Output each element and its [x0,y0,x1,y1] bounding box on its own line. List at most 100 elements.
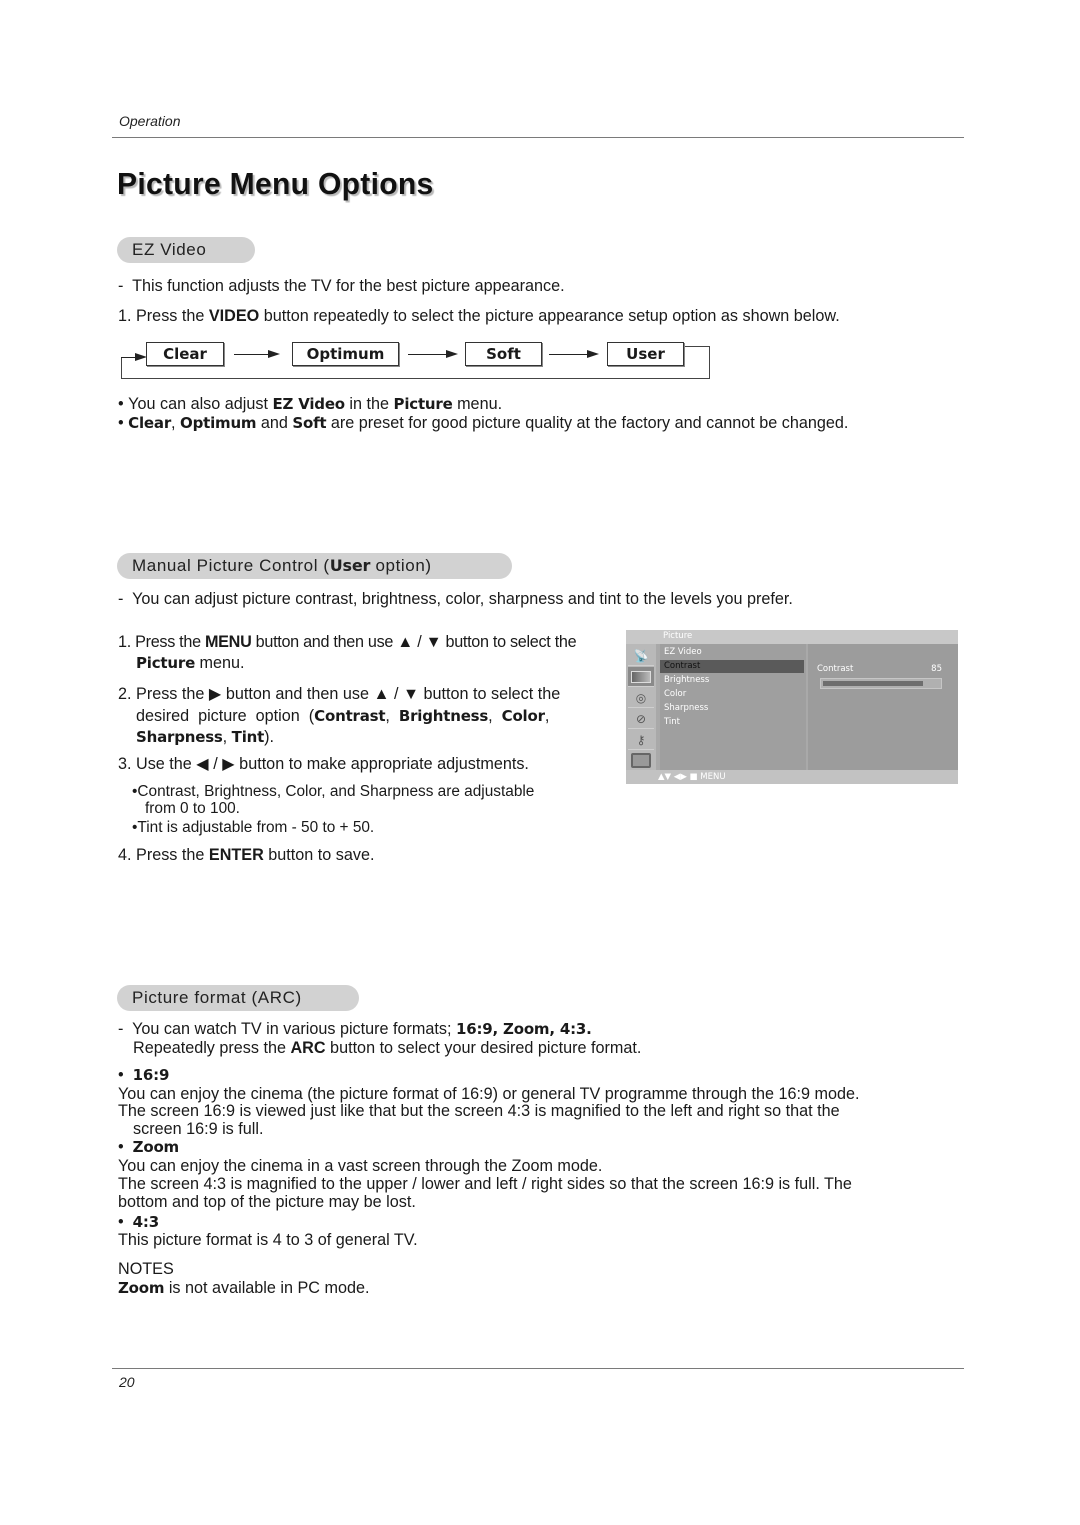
intro-text: Repeatedly press the [133,1039,291,1057]
satellite-dish-icon: 📡 [628,646,654,666]
bullet-text: , [171,414,181,432]
ez-video-bullet-1: • You can also adjust EZ Video in the Pi… [118,395,503,413]
arc-intro-2: Repeatedly press the ARC button to selec… [133,1039,641,1058]
format-169-line: The screen 16:9 is viewed just like that… [118,1102,840,1120]
step-text: , [544,707,550,725]
bold-term: Clear [128,414,172,432]
osd-item-tint[interactable]: Tint [660,716,804,729]
bold-term: Brightness [398,707,489,725]
range-bullet-2: •Tint is adjustable from - 50 to + 50. [132,819,375,836]
osd-item-color[interactable]: Color [660,688,804,701]
arrow-head-icon [587,350,599,358]
format-43-title: • 4:3 [118,1213,159,1231]
manual-control-heading: Manual Picture Control (User option) [117,553,512,579]
loop-line-left [121,357,122,378]
step-number: 4. [118,846,132,864]
step-number: 2. [118,685,132,703]
step-text: , [222,728,232,746]
bullet-text: You can also adjust [128,395,273,413]
format-43-line: This picture format is 4 to 3 of general… [118,1231,418,1249]
format-169-line: screen 16:9 is full. [133,1120,264,1138]
step-number: 3. [118,755,132,773]
heading-text: option) [370,556,432,575]
step-text: ). [264,728,274,746]
video-button-label: VIDEO [208,307,260,325]
arc-intro: - You can watch TV in various picture fo… [118,1020,592,1038]
heading-text: Manual Picture Control ( [132,556,330,575]
loop-line-right [709,346,710,379]
bold-term: Zoom [118,1279,165,1297]
section-header: Operation [119,113,181,129]
intro-text: button to select your desired picture fo… [325,1039,642,1057]
enter-button-label: ENTER [208,846,264,864]
page-title: Picture Menu Options [117,166,434,201]
bold-term: EZ Video [272,395,345,413]
bullet-text: and [256,414,293,432]
bold-term: Picture [136,654,196,672]
flow-box-optimum: Optimum [292,342,399,366]
format-name: Zoom [132,1138,180,1156]
step-text: desired picture option ( [136,707,315,725]
step-text: , [488,707,502,725]
ez-video-intro: - This function adjusts the TV for the b… [118,277,565,295]
note-text: is not available in PC mode. [164,1279,370,1297]
format-169-title: • 16:9 [118,1066,170,1084]
ez-video-step-1: 1. Press the VIDEO button repeatedly to … [118,307,840,326]
arrow-head-icon [268,350,280,358]
step-text: 1. Press the [118,307,209,325]
arrow-line [549,354,589,355]
ez-video-bullet-2: • Clear, Optimum and Soft are preset for… [118,414,849,432]
manual-step-4: 4. Press the ENTER button to save. [118,846,374,865]
picture-icon [628,667,654,687]
intro-text: You can watch TV in various picture form… [132,1020,457,1038]
osd-item-sharpness[interactable]: Sharpness [660,702,804,715]
bold-term: Tint [231,728,265,746]
flow-box-soft: Soft [465,342,542,366]
bullet-text: in the [344,395,394,413]
step-text: Press the ▶ button and then use ▲ / ▼ bu… [136,685,561,703]
bold-term: Soft [292,414,327,432]
ez-video-intro-text: This function adjusts the TV for the bes… [132,277,565,295]
osd-icon-column: 📡 ◎ ⊘ ⚷ [626,644,656,770]
step-text: Use the ◀ / ▶ button to make appropriate… [136,755,529,773]
step-text: Press the [136,846,209,864]
osd-param-label: Contrast [817,664,854,674]
osd-item-contrast[interactable]: Contrast [660,660,804,673]
osd-adjust-panel: Contrast 85 [808,644,958,770]
clock-icon: ⊘ [628,709,654,729]
manual-step-2-line-2: desired picture option (Contrast, Bright… [136,707,549,726]
key-icon: ⚷ [628,730,654,750]
osd-slider-fill [823,681,923,686]
range-bullet-1: •Contrast, Brightness, Color, and Sharpn… [132,783,535,800]
bullet-text: Contrast, Brightness, Color, and Sharpne… [137,783,535,800]
bold-term: Contrast [314,707,386,725]
range-bullet-1-cont: from 0 to 100. [145,800,240,817]
format-name: 16:9 [132,1066,170,1084]
osd-title-bar: Picture [626,630,958,644]
osd-item-brightness[interactable]: Brightness [660,674,804,687]
osd-param-value: 85 [931,664,942,674]
format-name: 4:3 [132,1213,159,1231]
format-zoom-line: You can enjoy the cinema in a vast scree… [118,1157,603,1175]
osd-nav-bar: ▲▼ ◀▶ ■ MENU [626,770,958,784]
flow-box-user: User [607,342,684,366]
step-text: button to save. [263,846,375,864]
notes-label: NOTES [118,1260,174,1278]
osd-picture-menu: Picture 📡 ◎ ⊘ ⚷ EZ Video Contrast Bright… [626,630,958,784]
loop-line-bottom [121,378,710,379]
arrow-line [408,354,448,355]
arrow-line [234,354,270,355]
ez-video-heading: EZ Video [117,237,255,263]
osd-item-ez-video[interactable]: EZ Video [660,646,804,659]
pc-monitor-icon [628,751,654,770]
header-divider [112,137,964,138]
speaker-icon: ◎ [628,688,654,708]
loop-line-top [684,346,710,347]
arc-button-label: ARC [290,1039,326,1057]
step-text: Press the [135,633,205,651]
osd-contrast-slider[interactable] [820,678,942,689]
bullet-text: Tint is adjustable from - 50 to + 50. [137,819,375,836]
bullet-text: are preset for good picture quality at t… [326,414,849,432]
osd-menu-title: Picture [663,631,693,641]
arc-heading: Picture format (ARC) [117,985,359,1011]
